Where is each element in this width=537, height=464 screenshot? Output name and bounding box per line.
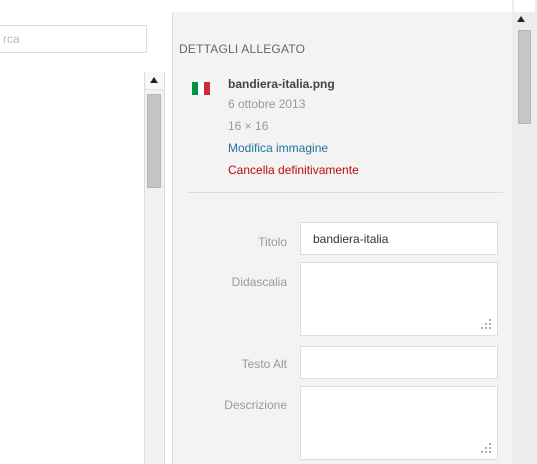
caption-label: Didascalia — [231, 275, 287, 289]
title-field[interactable] — [300, 222, 498, 255]
caption-field[interactable] — [300, 262, 498, 336]
page-scrollbar[interactable] — [512, 0, 537, 464]
alt-text-field[interactable] — [300, 346, 498, 379]
divider — [188, 192, 503, 193]
scrollbar-cap — [514, 0, 535, 12]
media-list-scrollbar[interactable] — [144, 72, 165, 464]
attachment-details-pane: DETTAGLI ALLEGATO bandiera-italia.png 6 … — [172, 12, 513, 464]
resize-grip-icon[interactable] — [481, 319, 491, 329]
description-field[interactable] — [300, 386, 498, 460]
scroll-thumb[interactable] — [147, 94, 161, 188]
pane-title: DETTAGLI ALLEGATO — [179, 42, 306, 56]
file-name: bandiera-italia.png — [228, 77, 335, 91]
search-input[interactable] — [0, 25, 147, 53]
scroll-up-button[interactable] — [145, 72, 164, 90]
upload-date: 6 ottobre 2013 — [228, 97, 306, 111]
title-label: Titolo — [258, 235, 287, 249]
arrow-up-icon — [150, 77, 158, 83]
image-dimensions: 16 × 16 — [228, 119, 269, 133]
alt-text-label: Testo Alt — [241, 357, 287, 371]
media-library-pane — [0, 0, 172, 464]
delete-permanently-link[interactable]: Cancella definitivamente — [228, 163, 359, 177]
edit-image-link[interactable]: Modifica immagine — [228, 141, 328, 155]
resize-grip-icon[interactable] — [481, 443, 491, 453]
italian-flag-icon — [192, 82, 210, 95]
page-scroll-thumb[interactable] — [518, 30, 531, 124]
arrow-up-icon[interactable] — [517, 16, 525, 22]
description-label: Descrizione — [224, 398, 287, 412]
